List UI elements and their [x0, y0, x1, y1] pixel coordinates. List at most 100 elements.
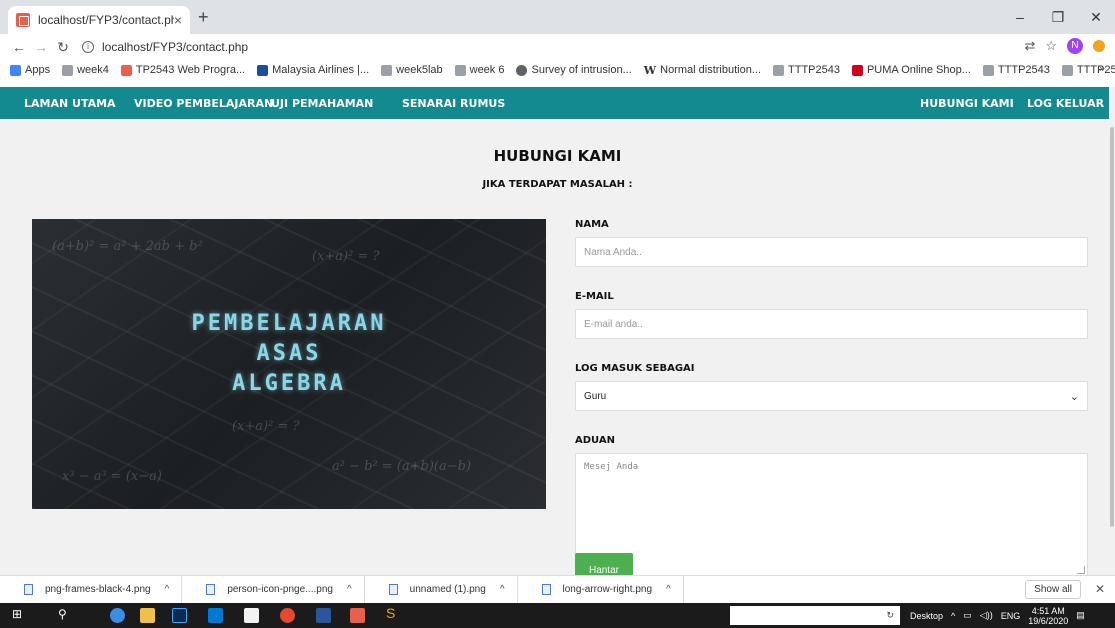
chevron-up-icon[interactable]: ^ — [500, 584, 505, 595]
search-icon[interactable]: ⚲ — [58, 607, 73, 622]
nav-quiz[interactable]: UJI PEMAHAMAN — [271, 97, 373, 110]
bookmark-item[interactable]: Malaysia Airlines |... — [257, 64, 369, 76]
site-favicon-icon — [16, 13, 30, 27]
system-tray: Desktop ^ ▭ ◁)) ENG 4:51 AM 19/6/2020 ▤ — [910, 603, 1085, 628]
photoshop-icon[interactable] — [172, 608, 187, 623]
download-item[interactable]: long-arrow-right.png ^ — [518, 575, 684, 604]
banner-title-line2: ASAS — [256, 341, 322, 366]
banner-scribble: a² − b² = (a+b)(a−b) — [332, 459, 472, 474]
bookmark-item[interactable]: week5lab — [381, 64, 443, 76]
bookmark-star-icon[interactable]: ☆ — [1045, 38, 1057, 54]
clock[interactable]: 4:51 AM 19/6/2020 — [1028, 606, 1068, 626]
language-indicator[interactable]: ENG — [1001, 611, 1021, 621]
download-item[interactable]: person-icon-pnge....png ^ — [182, 575, 365, 604]
extension-icon[interactable] — [1093, 40, 1105, 52]
email-label: E-MAIL — [575, 291, 614, 302]
close-downloads-icon[interactable]: ✕ — [1095, 582, 1105, 596]
back-arrow-icon[interactable]: ← — [8, 39, 30, 55]
chevron-up-icon[interactable]: ^ — [347, 584, 352, 595]
name-label: NAMA — [575, 219, 609, 230]
page-subtitle: JIKA TERDAPAT MASALAH : — [482, 179, 633, 190]
reload-icon[interactable]: ↻ — [52, 39, 74, 56]
close-tab-icon[interactable]: × — [174, 12, 182, 28]
forward-arrow-icon[interactable]: → — [30, 39, 52, 55]
new-tab-icon[interactable]: + — [198, 7, 209, 28]
bookmark-item[interactable]: TTTP2543 — [982, 64, 1050, 76]
bookmark-item[interactable]: TP2543 Web Progra... — [120, 64, 245, 76]
puma-logo-icon — [851, 64, 863, 76]
scrollbar-thumb[interactable] — [1110, 127, 1114, 527]
file-icon — [388, 584, 398, 595]
maximize-icon[interactable]: ❐ — [1039, 0, 1077, 34]
nav-video[interactable]: VIDEO PEMBELAJARAN — [134, 97, 273, 110]
show-all-button[interactable]: Show all — [1025, 580, 1081, 599]
tab-title: localhost/FYP3/contact.php — [38, 13, 174, 27]
nav-formulas[interactable]: SENARAI RUMUS — [402, 97, 505, 110]
banner-scribble: (a+b)² = a² + 2ab + b² — [52, 239, 203, 254]
url-text: localhost/FYP3/contact.php — [102, 40, 249, 54]
chevron-up-icon[interactable]: ^ — [951, 611, 955, 621]
minimize-icon[interactable]: – — [1001, 0, 1039, 34]
download-item[interactable]: unnamed (1).png ^ — [365, 575, 518, 604]
volume-icon[interactable]: ◁)) — [980, 610, 993, 621]
name-input[interactable]: Nama Anda.. — [575, 237, 1088, 267]
bookmark-item[interactable]: TTTP2543 — [1061, 64, 1115, 76]
banner-title-line3: ALGEBRA — [232, 371, 346, 396]
email-input[interactable]: E-mail anda.. — [575, 309, 1088, 339]
nav-contact[interactable]: HUBUNGI KAMI — [920, 97, 1014, 110]
nav-home[interactable]: LAMAN UTAMA — [24, 97, 116, 110]
word-icon[interactable] — [316, 608, 331, 623]
chrome-icon[interactable] — [280, 608, 295, 623]
bookmark-item[interactable]: Apps — [10, 64, 50, 76]
file-explorer-icon[interactable] — [140, 608, 155, 623]
file-icon — [541, 584, 551, 595]
screen: localhost/FYP3/contact.php × + – ❐ ✕ ← →… — [0, 0, 1115, 628]
bookmark-favicon-icon — [120, 64, 132, 76]
chevron-up-icon[interactable]: ^ — [666, 584, 671, 595]
chevron-up-icon[interactable]: ^ — [165, 584, 170, 595]
bookmark-item[interactable]: Survey of intrusion... — [516, 64, 632, 76]
page-scrollbar[interactable] — [1109, 87, 1115, 579]
windows-taskbar: ⊞ ⚲ S ↻ Desktop ^ ▭ ◁)) ENG 4:51 AM 19/6… — [0, 603, 1115, 628]
store-icon[interactable] — [244, 608, 259, 623]
banner-scribble: x³ − a³ = (x−a) — [62, 469, 162, 484]
bookmarks-bar: Apps week4 TP2543 Web Progra... Malaysia… — [0, 60, 1115, 80]
chevron-down-icon: ⌄ — [1069, 390, 1079, 403]
role-label: LOG MASUK SEBAGAI — [575, 363, 695, 374]
profile-avatar[interactable]: N — [1067, 38, 1083, 54]
sublime-icon[interactable]: S — [386, 605, 401, 621]
nav-logout[interactable]: LOG KELUAR — [1027, 97, 1104, 110]
bookmark-item[interactable]: week4 — [62, 64, 109, 76]
url-field[interactable]: i localhost/FYP3/contact.php — [82, 40, 248, 54]
bookmark-favicon-icon — [62, 64, 74, 76]
close-window-icon[interactable]: ✕ — [1077, 0, 1115, 34]
bookmark-favicon-icon — [1061, 64, 1073, 76]
file-icon — [24, 584, 33, 595]
browser-tab[interactable]: localhost/FYP3/contact.php × — [8, 6, 190, 34]
download-item[interactable]: png-frames-black-4.png ^ — [0, 575, 183, 604]
desktop-label[interactable]: Desktop — [910, 611, 943, 621]
file-icon — [206, 584, 216, 595]
window-controls: – ❐ ✕ — [1001, 0, 1115, 34]
taskbar-search-box[interactable]: ↻ — [730, 606, 900, 625]
toolbar-right: ⇄ ☆ N — [1024, 38, 1105, 54]
complaint-textarea[interactable]: Mesej Anda — [575, 453, 1088, 577]
battery-icon[interactable]: ▭ — [963, 610, 972, 621]
bookmark-item[interactable]: W Normal distribution... — [644, 64, 761, 77]
mail-icon[interactable] — [208, 608, 223, 623]
translate-icon[interactable]: ⇄ — [1024, 38, 1035, 54]
resize-grip-icon[interactable] — [1077, 566, 1085, 574]
xampp-icon[interactable] — [350, 608, 365, 623]
windows-start-icon[interactable]: ⊞ — [12, 607, 27, 622]
banner-scribble: (x+a)² = ? — [232, 419, 300, 434]
info-icon[interactable]: i — [82, 41, 94, 53]
browser-tab-strip: localhost/FYP3/contact.php × + – ❐ ✕ — [0, 0, 1115, 34]
more-bookmarks-icon[interactable]: » — [1099, 63, 1105, 75]
clock-time: 4:51 AM — [1031, 605, 1065, 616]
notification-icon[interactable]: ▤ — [1076, 610, 1085, 621]
bookmark-item[interactable]: TTTP2543 — [773, 64, 840, 76]
edge-icon[interactable] — [110, 608, 125, 623]
bookmark-item[interactable]: week 6 — [454, 64, 504, 76]
role-select[interactable]: Guru ⌄ — [575, 381, 1088, 411]
bookmark-item[interactable]: PUMA Online Shop... — [851, 64, 971, 76]
